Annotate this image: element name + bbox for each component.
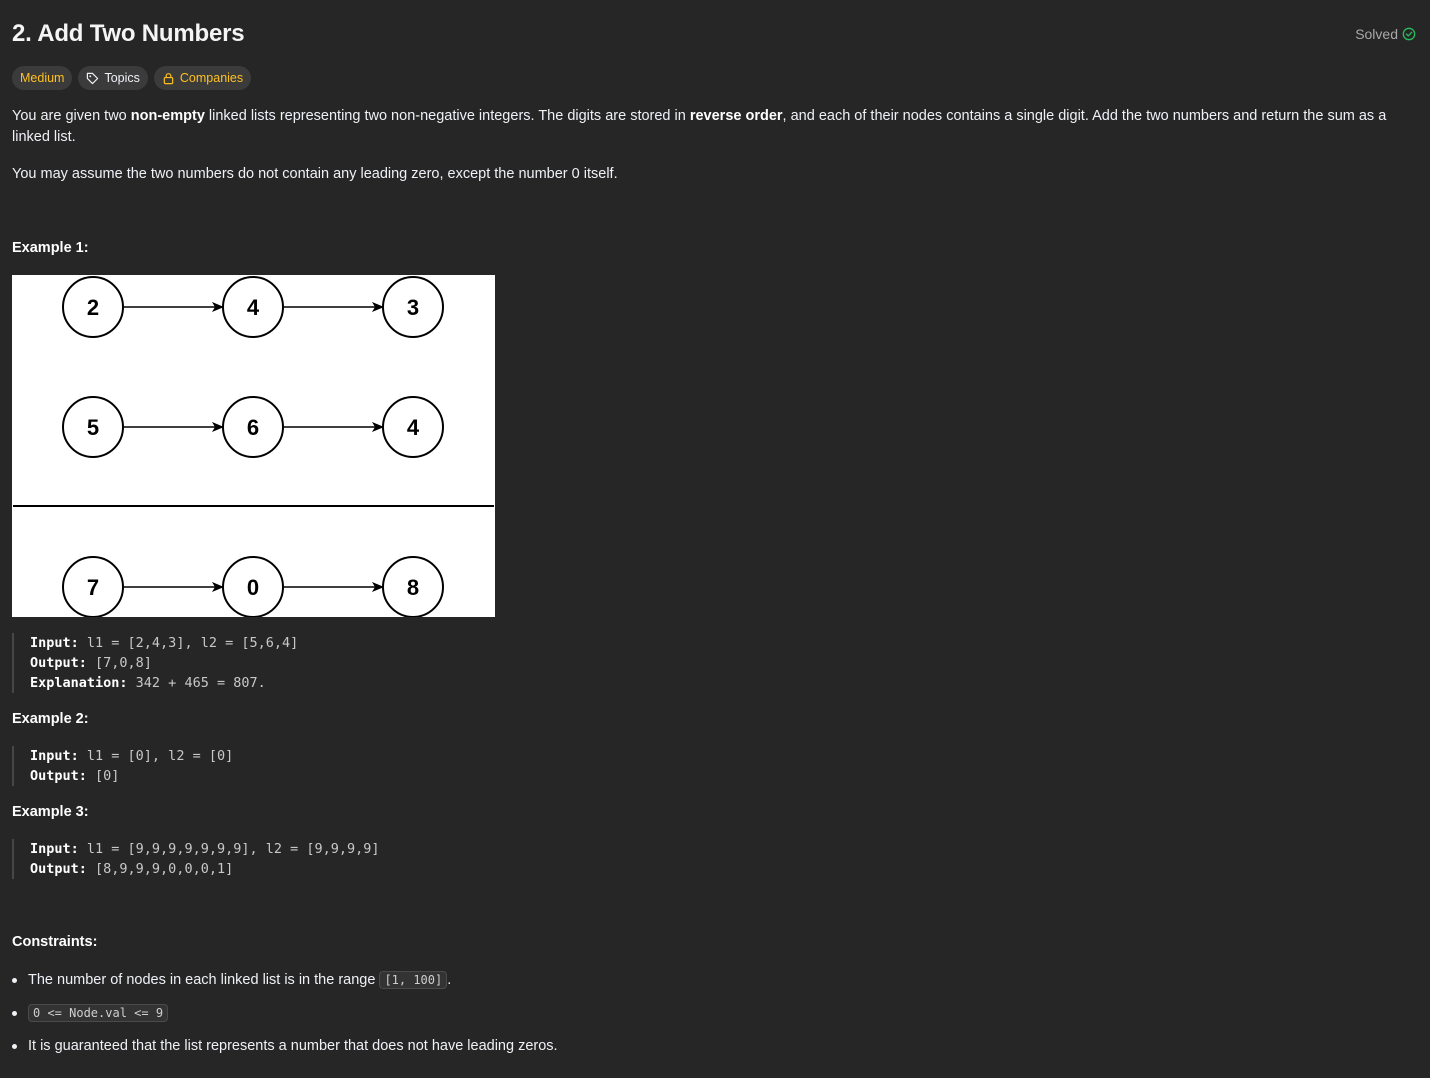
input-label: Input: [30, 841, 79, 857]
example-2-input-line: Input: l1 = [0], l2 = [0] [30, 746, 233, 766]
list-node-value: 2 [87, 295, 99, 320]
statement-text: You are given two [12, 108, 131, 124]
explanation-label: Explanation: [30, 675, 128, 691]
topics-button[interactable]: Topics [78, 66, 148, 90]
companies-label: Companies [179, 71, 244, 85]
list-node-value: 0 [247, 575, 259, 600]
solved-status: Solved [1355, 26, 1416, 42]
difficulty-label: Medium [20, 71, 65, 85]
constraint-text: It is guaranteed that the list represent… [28, 1038, 558, 1054]
output-label: Output: [30, 861, 87, 877]
input-value: l1 = [2,4,3], l2 = [5,6,4] [78, 635, 299, 651]
output-label: Output: [30, 655, 87, 671]
example-1-input-line: Input: l1 = [2,4,3], l2 = [5,6,4] [30, 633, 298, 653]
output-value: [8,9,9,9,0,0,0,1] [86, 861, 234, 877]
example-2-output-line: Output: [0] [30, 766, 233, 786]
input-label: Input: [30, 748, 79, 764]
problem-tags: Medium Topics Companies [12, 66, 252, 90]
problem-title[interactable]: 2. Add Two Numbers [12, 20, 245, 48]
problem-statement: You are given two non-empty linked lists… [12, 106, 1412, 201]
difficulty-badge[interactable]: Medium [12, 66, 73, 90]
output-label: Output: [30, 768, 87, 784]
example-1-diagram: 2 4 3 5 6 4 7 0 8 [12, 275, 495, 618]
constraint-text: The number of nodes in each linked list … [28, 972, 380, 988]
output-value: [0] [86, 768, 120, 784]
constraint-item: 0 <= Node.val <= 9 [12, 1001, 558, 1025]
example-1-title: Example 1: [12, 240, 89, 256]
output-value: [7,0,8] [86, 655, 152, 671]
constraint-item: The number of nodes in each linked list … [12, 968, 558, 992]
constraint-code: 0 <= Node.val <= 9 [28, 1004, 169, 1022]
example-1-output-line: Output: [7,0,8] [30, 653, 298, 673]
list-node-value: 6 [247, 415, 259, 440]
example-2-block: Input: l1 = [0], l2 = [0] Output: [0] [12, 746, 233, 786]
constraints-title: Constraints: [12, 934, 98, 950]
topics-label: Topics [104, 71, 140, 85]
list-node-value: 8 [407, 575, 419, 600]
statement-bold-text: non-empty [130, 108, 205, 124]
statement-bold-text: reverse order [689, 108, 783, 124]
constraints-list: The number of nodes in each linked list … [12, 968, 558, 1067]
example-3-output-line: Output: [8,9,9,9,0,0,0,1] [30, 859, 380, 879]
statement-paragraph-2: You may assume the two numbers do not co… [12, 166, 618, 182]
constraint-code: [1, 100] [379, 971, 448, 989]
check-circle-icon [1402, 27, 1416, 41]
list-node-value: 4 [247, 295, 260, 320]
example-3-input-line: Input: l1 = [9,9,9,9,9,9,9], l2 = [9,9,9… [30, 839, 380, 859]
example-1-explanation-line: Explanation: 342 + 465 = 807. [30, 673, 298, 693]
example-1-block: Input: l1 = [2,4,3], l2 = [5,6,4] Output:… [12, 633, 298, 693]
lock-icon [162, 72, 175, 85]
statement-paragraph-1: You are given two non-empty linked lists… [12, 106, 1412, 148]
list-node-value: 7 [87, 575, 99, 600]
explanation-value: 342 + 465 = 807. [127, 675, 266, 691]
linked-list-diagram: 2 4 3 5 6 4 7 0 8 [13, 276, 494, 618]
statement-text: linked lists representing two non-negati… [204, 108, 690, 124]
tag-icon [86, 72, 99, 85]
constraint-item: It is guaranteed that the list represent… [12, 1034, 558, 1058]
constraint-text: . [447, 972, 452, 988]
input-value: l1 = [0], l2 = [0] [78, 748, 234, 764]
solved-label: Solved [1355, 26, 1398, 42]
input-value: l1 = [9,9,9,9,9,9,9], l2 = [9,9,9,9] [78, 841, 380, 857]
example-3-title: Example 3: [12, 804, 89, 820]
list-node-value: 4 [407, 415, 420, 440]
list-node-value: 3 [407, 295, 419, 320]
problem-header: 2. Add Two Numbers Solved [12, 18, 1418, 54]
input-label: Input: [30, 635, 79, 651]
example-3-block: Input: l1 = [9,9,9,9,9,9,9], l2 = [9,9,9… [12, 839, 380, 879]
list-node-value: 5 [87, 415, 99, 440]
companies-button[interactable]: Companies [153, 66, 252, 90]
example-2-title: Example 2: [12, 711, 89, 727]
